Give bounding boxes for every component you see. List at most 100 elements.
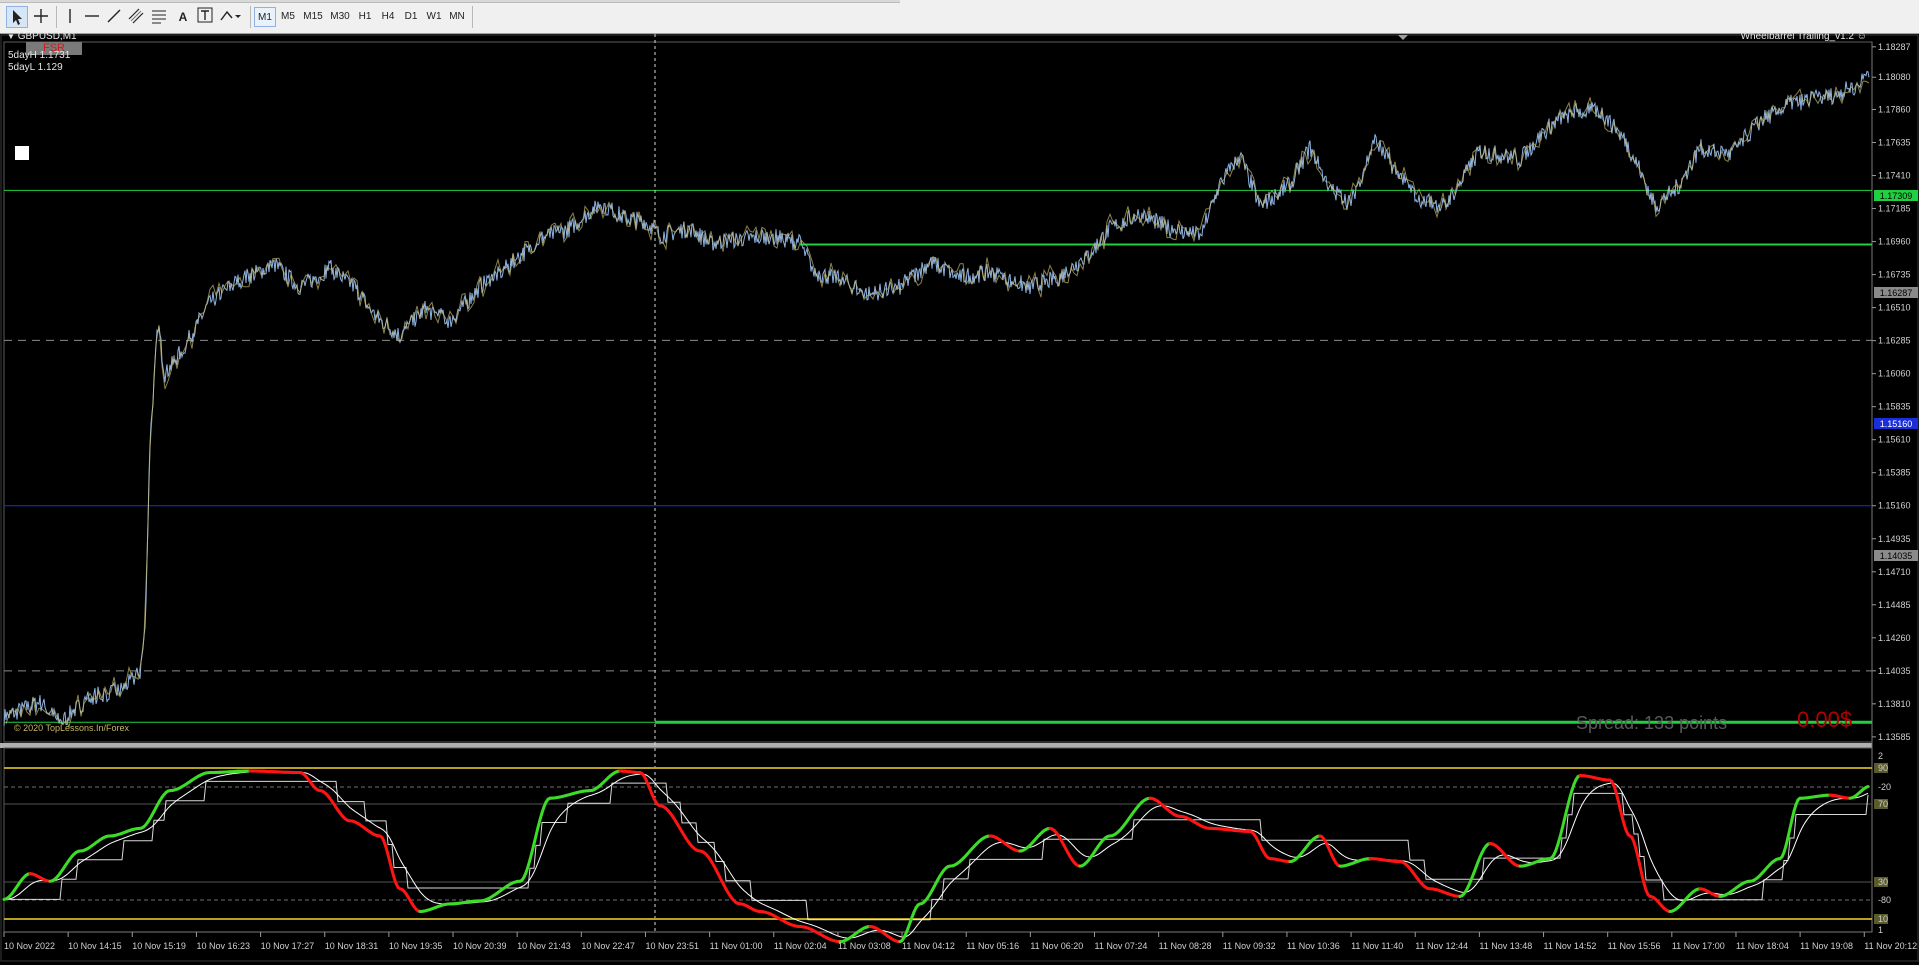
timeframe-m5-button[interactable]: M5: [277, 7, 299, 27]
chart-object-square[interactable]: [15, 146, 29, 160]
vertical-line-icon[interactable]: [60, 6, 80, 28]
time-tick-label: 11 Nov 09:32: [1223, 941, 1276, 951]
smiley-icon: ☺: [1857, 31, 1867, 42]
indicator-axis-label: -80: [1878, 895, 1891, 905]
time-tick-label: 11 Nov 03:08: [838, 941, 891, 951]
time-tick-label: 10 Nov 20:39: [453, 941, 507, 951]
time-tick-label: 11 Nov 17:00: [1672, 941, 1725, 951]
time-tick-label: 10 Nov 16:23: [196, 941, 250, 951]
time-tick-label: 11 Nov 20:12: [1864, 941, 1917, 951]
indicator-axis: 290-207030-80101: [1874, 751, 1891, 935]
time-tick-label: 11 Nov 12:44: [1415, 941, 1468, 951]
text-label-icon[interactable]: [196, 6, 214, 28]
text-icon[interactable]: A: [174, 6, 192, 28]
equidistant-channel-icon[interactable]: [126, 6, 146, 28]
price-axis: 1.182871.180801.178601.176351.174101.171…: [1872, 42, 1911, 742]
title-strip: [0, 0, 900, 3]
chevron-down-icon: ▼: [7, 32, 15, 41]
spread-label: Spread: 133 points: [1576, 713, 1727, 734]
price-tick-label: 1.13585: [1878, 732, 1911, 742]
price-tag-green: 1.17309: [1874, 190, 1918, 201]
horizontal-line-icon[interactable]: [82, 6, 102, 28]
subwindow-separator[interactable]: [0, 743, 1872, 748]
price-tick-label: 1.16285: [1878, 336, 1911, 346]
time-tick-label: 10 Nov 21:43: [517, 941, 571, 951]
toolbar-separator: [472, 6, 473, 28]
trendline-icon[interactable]: [104, 6, 124, 28]
price-tag-green-text: 1.17309: [1880, 191, 1913, 201]
price-series-line-alt: [6, 81, 1869, 727]
profit-label: 0.00$: [1797, 707, 1852, 733]
time-tick-label: 10 Nov 17:27: [261, 941, 315, 951]
price-series-line: [4, 71, 1869, 726]
time-tick-label: 11 Nov 13:48: [1479, 941, 1532, 951]
chart-canvas[interactable]: 1.182871.180801.178601.176351.174101.171…: [0, 34, 1919, 962]
chart-window[interactable]: 1.182871.180801.178601.176351.174101.171…: [0, 34, 1919, 962]
price-tick-label: 1.13810: [1878, 699, 1911, 709]
price-tick-label: 1.14710: [1878, 567, 1911, 577]
price-tag-gray-bottom: 1.14035: [1874, 550, 1918, 561]
main-plot-border: [4, 42, 1872, 742]
time-tick-label: 11 Nov 19:08: [1800, 941, 1853, 951]
price-tick-label: 1.15610: [1878, 435, 1911, 445]
five-day-low-label: 5dayL 1.129: [8, 62, 63, 73]
time-tick-label: 11 Nov 18:04: [1736, 941, 1789, 951]
indicator-axis-label: -20: [1878, 782, 1891, 792]
price-tick-label: 1.15385: [1878, 468, 1911, 478]
time-tick-label: 11 Nov 04:12: [902, 941, 955, 951]
time-tick-label: 11 Nov 05:16: [966, 941, 1019, 951]
indicator-axis-label: 70: [1878, 799, 1888, 809]
time-tick-label: 10 Nov 2022: [4, 941, 55, 951]
price-tag-gray-top-text: 1.16287: [1880, 288, 1913, 298]
horizontal-levels: [4, 190, 1872, 722]
toolbar-separator: [250, 6, 251, 28]
time-tick-label: 10 Nov 18:31: [325, 941, 379, 951]
price-tick-label: 1.18287: [1878, 42, 1911, 52]
price-tick-label: 1.17860: [1878, 105, 1911, 115]
time-tick-label: 10 Nov 22:47: [581, 941, 635, 951]
timeframe-h1-button[interactable]: H1: [354, 7, 376, 27]
price-tick-label: 1.17185: [1878, 204, 1911, 214]
time-tick-label: 10 Nov 15:19: [132, 941, 186, 951]
timeframe-m1-button[interactable]: M1: [254, 7, 276, 27]
price-tick-label: 1.14935: [1878, 534, 1911, 544]
crosshair-icon[interactable]: [30, 6, 52, 28]
timeframe-m15-button[interactable]: M15: [300, 7, 326, 27]
symbol-label-text: GBPUSD,M1: [18, 31, 77, 42]
chart-shift-marker[interactable]: [1398, 35, 1408, 40]
fibonacci-icon[interactable]: [148, 6, 170, 28]
time-tick-label: 10 Nov 19:35: [389, 941, 443, 951]
toolbar: A M1M5M15M30H1H4D1W1MN: [0, 0, 1919, 34]
indicator-axis-label: 2: [1878, 751, 1883, 761]
ea-label-text: Wheelbarrel Trailing_v1.2: [1741, 31, 1854, 42]
chart-frame: [1, 35, 1918, 961]
price-tick-label: 1.16960: [1878, 237, 1911, 247]
time-tick-label: 11 Nov 14:52: [1544, 941, 1597, 951]
price-tick-label: 1.14485: [1878, 600, 1911, 610]
timeframe-h4-button[interactable]: H4: [377, 7, 399, 27]
indicator-axis-label: 90: [1878, 763, 1888, 773]
price-tick-label: 1.17635: [1878, 138, 1911, 148]
time-tick-label: 11 Nov 10:36: [1287, 941, 1340, 951]
price-tick-label: 1.15160: [1878, 501, 1911, 511]
timeframe-mn-button[interactable]: MN: [446, 7, 468, 27]
cursor-icon[interactable]: [6, 6, 28, 28]
timeframe-d1-button[interactable]: D1: [400, 7, 422, 27]
price-tick-label: 1.17410: [1878, 171, 1911, 181]
symbol-label[interactable]: ▼ GBPUSD,M1: [7, 31, 77, 42]
ea-label[interactable]: Wheelbarrel Trailing_v1.2 ☺: [1741, 31, 1867, 42]
price-tick-label: 1.16510: [1878, 303, 1911, 313]
timeframe-m30-button[interactable]: M30: [327, 7, 353, 27]
toolbar-separator: [56, 6, 57, 28]
indicator-axis-label: 10: [1878, 914, 1888, 924]
oscillator-slow2-line: [4, 781, 1868, 919]
timeframe-w1-button[interactable]: W1: [423, 7, 445, 27]
oscillator-fast-segment: [1866, 787, 1868, 788]
price-tick-label: 1.16060: [1878, 369, 1911, 379]
oscillator-fast-line: [4, 771, 1868, 942]
price-tag-gray-bottom-text: 1.14035: [1880, 551, 1913, 561]
indicator-axis-label: 30: [1878, 877, 1888, 887]
shapes-icon[interactable]: [218, 6, 244, 28]
indicator-levels: [4, 768, 1872, 919]
time-tick-label: 11 Nov 11:40: [1351, 941, 1403, 951]
